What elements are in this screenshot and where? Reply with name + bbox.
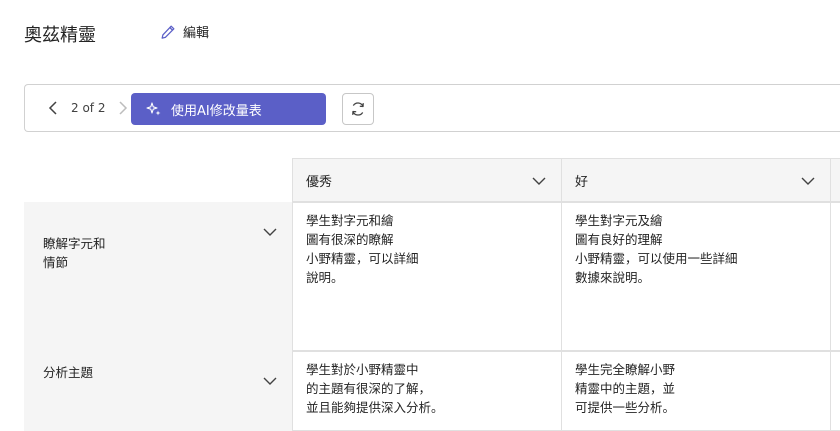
edit-button-label: 編輯: [183, 26, 210, 41]
level-header-good: 好: [561, 158, 831, 202]
chevron-right-icon: [119, 101, 128, 115]
chevron-left-icon: [48, 101, 57, 115]
pager: 2 of 2: [45, 99, 131, 117]
page-title: 奧茲精靈: [24, 25, 96, 46]
page-count: 2 of 2: [71, 101, 106, 115]
pencil-icon: [161, 25, 175, 39]
previous-page-button[interactable]: [45, 99, 61, 117]
chevron-down-icon[interactable]: [262, 224, 278, 240]
refresh-icon: [352, 102, 364, 116]
level-header-excellent: 優秀: [292, 158, 562, 202]
level-header-next: [830, 158, 840, 202]
level-header-label: 好: [575, 174, 589, 190]
criterion-understanding: 瞭解字元和 情節: [24, 202, 292, 351]
chevron-down-icon[interactable]: [262, 373, 278, 389]
rubric-cell[interactable]: 學生對字元及繪 圖有良好的理解 小野精靈，可以使用一些詳細 數據來說明。: [561, 202, 831, 351]
chevron-down-icon[interactable]: [800, 173, 816, 189]
sparkle-icon: [146, 102, 161, 116]
rubric-cell[interactable]: 學生對於小野精靈中 的主題有很深的了解， 並且能夠提供深入分析。: [292, 351, 562, 431]
rubric-cell[interactable]: 學生對字元和繪 圖有很深的瞭解 小野精靈，可以詳細 說明。: [292, 202, 562, 351]
rubric-cell[interactable]: [830, 351, 840, 431]
next-page-button[interactable]: [115, 99, 131, 117]
rubric-cell[interactable]: 學生完全瞭解小野 精靈中的主題，並 可提供一些分析。: [561, 351, 831, 431]
ai-modify-rubric-label: 使用AI修改量表: [171, 103, 262, 119]
edit-button[interactable]: 編輯: [159, 22, 209, 41]
ai-modify-rubric-button[interactable]: 使用AI修改量表: [131, 93, 326, 125]
criterion-theme-analysis: 分析主題: [24, 351, 292, 431]
level-header-label: 優秀: [306, 174, 333, 190]
rubric-cell[interactable]: [830, 202, 840, 351]
criterion-label: 瞭解字元和 情節: [43, 236, 106, 270]
criterion-label: 分析主題: [43, 365, 94, 380]
chevron-down-icon[interactable]: [531, 173, 547, 189]
regenerate-button[interactable]: [342, 93, 374, 125]
rubric-toolbar: 2 of 2 使用AI修改量表: [24, 84, 840, 132]
